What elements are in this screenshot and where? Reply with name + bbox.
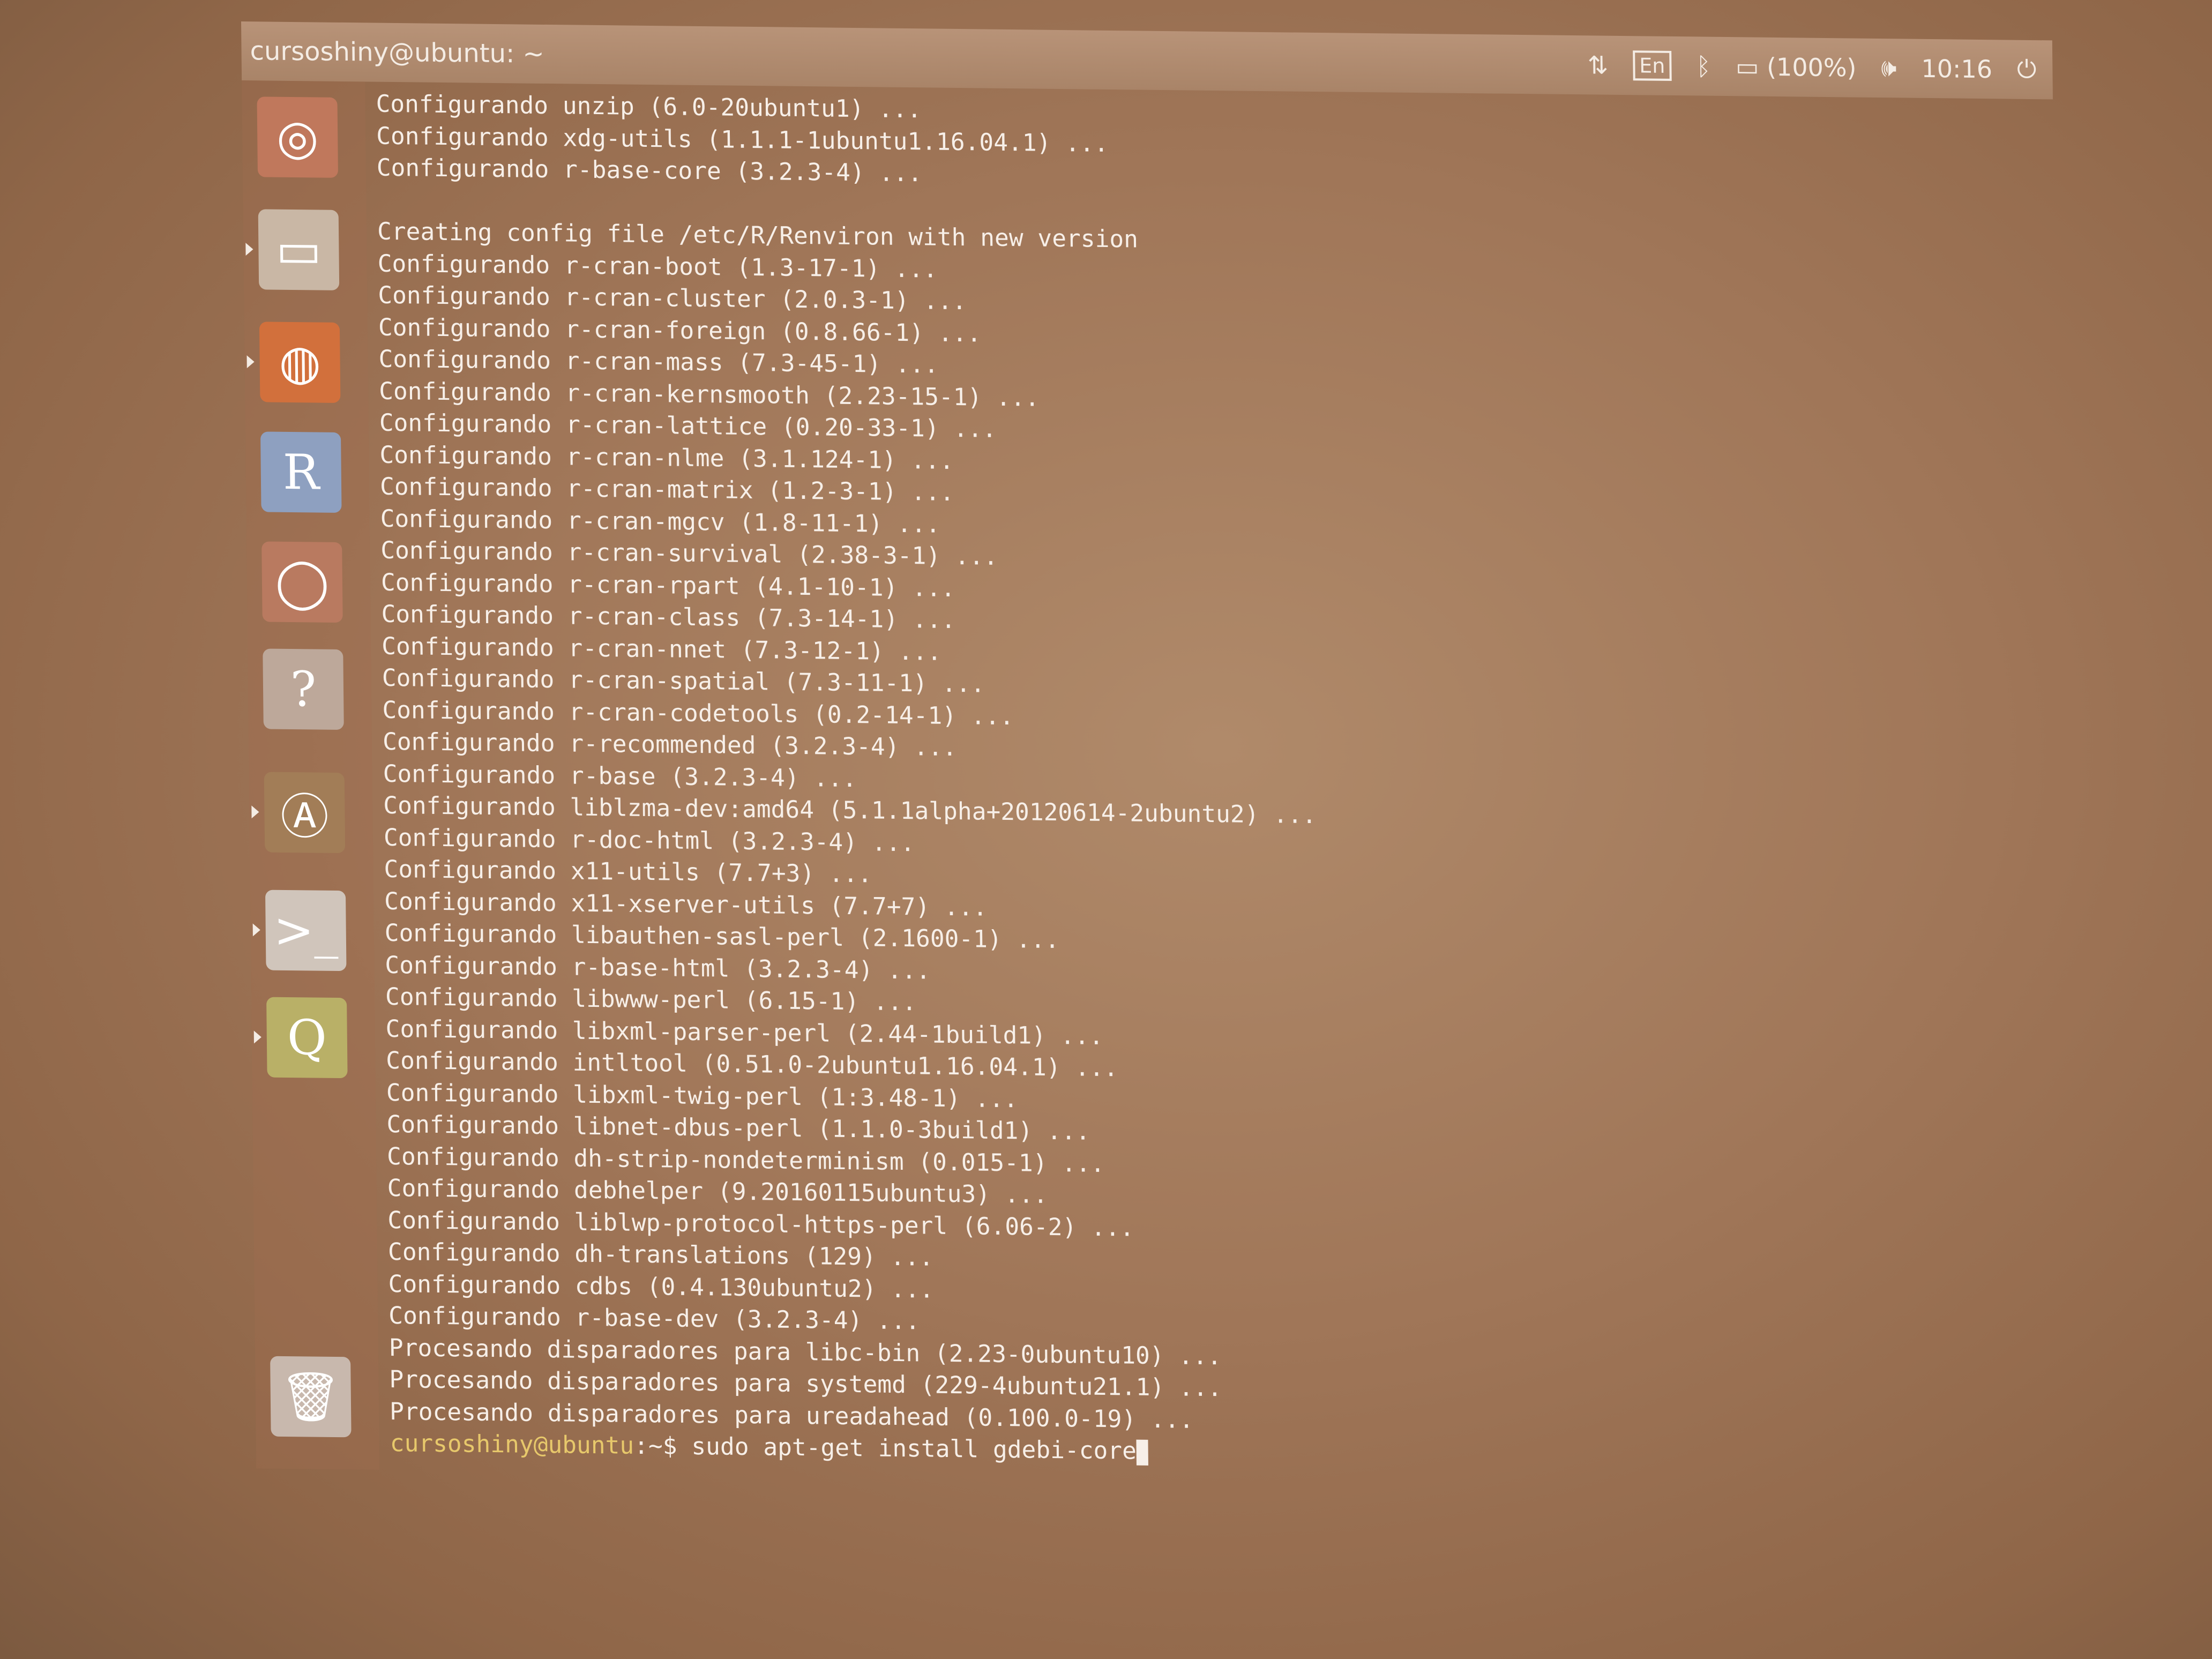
clock[interactable]: 10:16: [1921, 54, 1992, 84]
terminal-icon[interactable]: >_: [265, 890, 347, 972]
software-updater-icon[interactable]: Ⓐ: [264, 772, 346, 854]
indicator-area: ⇅ En ᛒ ▭ (100%) 🕪 10:16 ⏻: [1587, 35, 2037, 99]
bluetooth-icon[interactable]: ᛒ: [1696, 51, 1711, 80]
dash-icon[interactable]: ◎: [257, 96, 339, 178]
files-icon[interactable]: ▭: [258, 209, 340, 290]
volume-icon[interactable]: 🕪: [1881, 53, 1897, 83]
launcher: ◎ ▭ ◍ R ◯? Ⓐ >_ Q 🗑: [242, 80, 380, 1470]
r-icon[interactable]: R: [260, 431, 342, 513]
qgis-icon[interactable]: Q: [266, 997, 348, 1079]
rstudio-icon[interactable]: ◯: [261, 541, 343, 623]
keyboard-layout-indicator[interactable]: En: [1632, 50, 1672, 81]
prompt-user: cursoshiny@ubuntu: [390, 1430, 634, 1460]
trash-icon[interactable]: 🗑: [270, 1356, 352, 1438]
running-indicator: [246, 355, 255, 369]
running-indicator: [251, 805, 259, 819]
running-indicator: [252, 923, 260, 937]
battery-percentage: (100%): [1766, 52, 1857, 83]
text-cursor: [1136, 1439, 1149, 1466]
running-indicator: [245, 243, 253, 256]
terminal-output[interactable]: Configurando unzip (6.0-20ubuntu1) ... Co…: [376, 88, 2051, 1477]
desktop-screen: cursoshiny@ubuntu: ~ ⇅ En ᛒ ▭ (100%) 🕪 1…: [241, 21, 2067, 1488]
window-title: cursoshiny@ubuntu: ~: [250, 36, 544, 69]
running-indicator: [253, 1030, 261, 1044]
network-icon[interactable]: ⇅: [1587, 50, 1608, 79]
prompt-suffix: :~$: [633, 1432, 692, 1460]
battery-icon: ▭: [1735, 52, 1759, 81]
firefox-icon[interactable]: ◍: [259, 322, 341, 403]
power-icon[interactable]: ⏻: [2017, 55, 2037, 85]
help-icon[interactable]: ?: [263, 648, 344, 730]
command-input[interactable]: sudo apt-get install gdebi-core: [691, 1433, 1137, 1465]
top-panel: cursoshiny@ubuntu: ~ ⇅ En ᛒ ▭ (100%) 🕪 1…: [241, 21, 2053, 100]
battery-indicator[interactable]: ▭ (100%): [1736, 52, 1857, 82]
